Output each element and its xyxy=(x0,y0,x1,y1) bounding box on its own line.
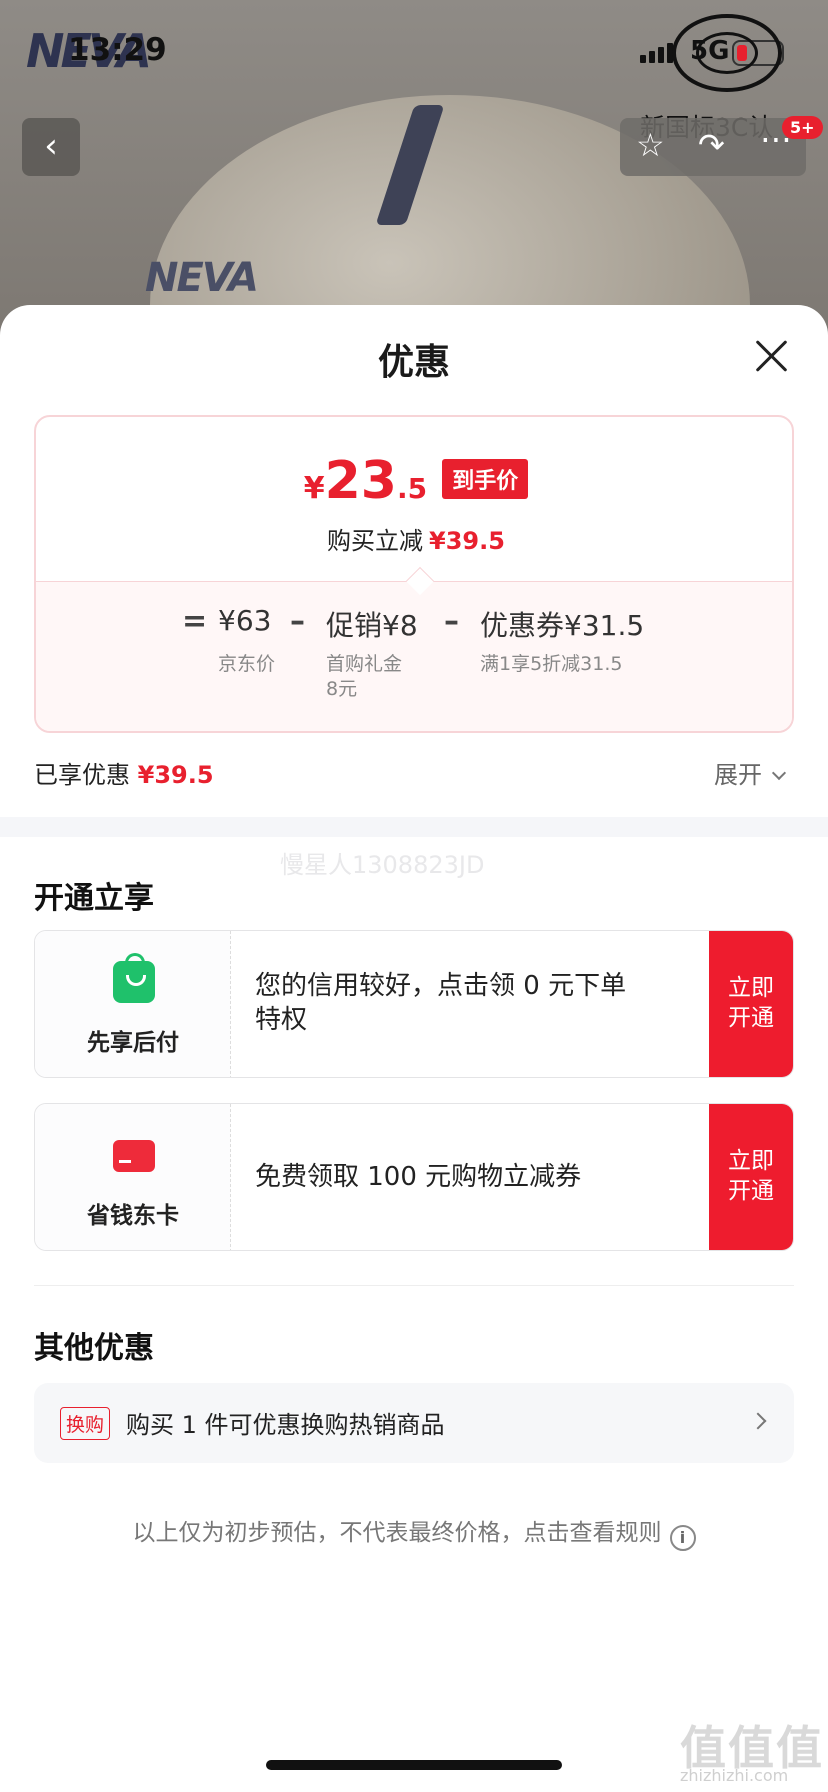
swap-offer-text: 购买 1 件可优惠换购热销商品 xyxy=(126,1411,445,1439)
status-bar: 13:29 5G xyxy=(0,0,828,92)
minus-sign: – xyxy=(290,604,305,639)
open-now-button[interactable]: 立即 开通 xyxy=(709,931,793,1077)
coupon-label: 满1享5折减31.5 xyxy=(480,653,623,675)
final-price: ¥23.5 到手价 xyxy=(36,451,792,511)
jd-price-value: ¥63 xyxy=(218,604,272,637)
close-button[interactable] xyxy=(750,335,792,377)
equals-sign: = xyxy=(182,604,208,639)
final-price-tag: 到手价 xyxy=(442,459,529,499)
coupon-value: 优惠券¥31.5 xyxy=(480,609,645,642)
swap-tag: 换购 xyxy=(60,1407,111,1440)
disclaimer[interactable]: 以上仅为初步预估，不代表最终价格，点击查看规则 i xyxy=(0,1513,828,1551)
back-button[interactable]: ‹ xyxy=(22,118,80,176)
price-decimal: .5 xyxy=(397,472,428,505)
minus-sign: – xyxy=(444,604,459,639)
divider xyxy=(34,1285,794,1286)
promo-value: 促销¥8 xyxy=(326,609,418,642)
price-currency: ¥ xyxy=(303,471,325,506)
offer-name: 省钱东卡 xyxy=(87,1203,179,1229)
price-card: ¥23.5 到手价 购买立减 ¥39.5 = ¥63 京东价 – 促销¥8 首购礼… xyxy=(34,415,794,733)
site-watermark-url: zhizhizhi.com xyxy=(680,1766,789,1785)
signal-icon xyxy=(640,43,676,63)
ccc-certification-logo xyxy=(672,14,782,92)
home-indicator[interactable] xyxy=(266,1760,562,1770)
info-icon: i xyxy=(669,1525,696,1551)
open-now-button[interactable]: 立即 开通 xyxy=(709,1104,793,1250)
helmet-logo: NEVA xyxy=(145,255,259,301)
offer-name: 先享后付 xyxy=(87,1030,179,1056)
offer-card-jd-card[interactable]: 省钱东卡 免费领取 100 元购物立减券 立即 开通 xyxy=(34,1103,794,1251)
share-icon[interactable]: ↷ xyxy=(698,126,725,164)
price-calculation: = ¥63 京东价 – 促销¥8 首购礼金 8元 – 优惠券¥31.5 满1享5… xyxy=(36,566,792,731)
offer-description: 免费领取 100 元购物立减券 xyxy=(255,1162,582,1192)
swap-offer-row[interactable]: 换购 购买 1 件可优惠换购热销商品 xyxy=(34,1383,794,1463)
expand-toggle[interactable]: 展开 xyxy=(714,755,787,790)
reduce-amount: ¥39.5 xyxy=(429,527,505,555)
reduce-line: 购买立减 ¥39.5 xyxy=(36,521,792,556)
jd-price-label: 京东价 xyxy=(218,653,276,675)
card-icon xyxy=(113,1140,155,1172)
chevron-down-icon xyxy=(771,765,787,781)
offer-card-pay-later[interactable]: 先享后付 您的信用较好，点击领 0 元下单特权 立即 开通 xyxy=(34,930,794,1078)
chevron-right-icon xyxy=(749,1412,767,1430)
section-divider xyxy=(0,817,828,837)
open-section-title: 开通立享 xyxy=(34,881,154,916)
offer-description: 您的信用较好，点击领 0 元下单特权 xyxy=(255,971,627,1035)
enjoyed-discount: 已享优惠 ¥39.5 xyxy=(34,761,214,789)
price-integer: 23 xyxy=(324,451,397,511)
promo-label: 首购礼金 8元 xyxy=(326,653,403,700)
enjoyed-amount: ¥39.5 xyxy=(137,761,214,789)
nav-actions: ☆ ↷ ⋯ xyxy=(620,118,806,176)
other-section-title: 其他优惠 xyxy=(34,1331,154,1366)
discount-sheet: 优惠 ¥23.5 到手价 购买立减 ¥39.5 = ¥63 京东价 – 促销¥8 … xyxy=(0,305,828,1792)
user-watermark: 慢星人1308823JD xyxy=(280,851,485,879)
shopping-bag-icon xyxy=(113,953,155,1003)
product-background: NEVA NEVA 13:29 5G 新国标3C认 ‹ ☆ ↷ ⋯ 5+ xyxy=(0,0,828,340)
message-badge: 5+ xyxy=(782,116,823,139)
reduce-label: 购买立减 xyxy=(327,527,424,555)
sheet-title: 优惠 xyxy=(377,342,450,383)
favorite-star-icon[interactable]: ☆ xyxy=(636,126,665,164)
status-time: 13:29 xyxy=(68,32,167,68)
